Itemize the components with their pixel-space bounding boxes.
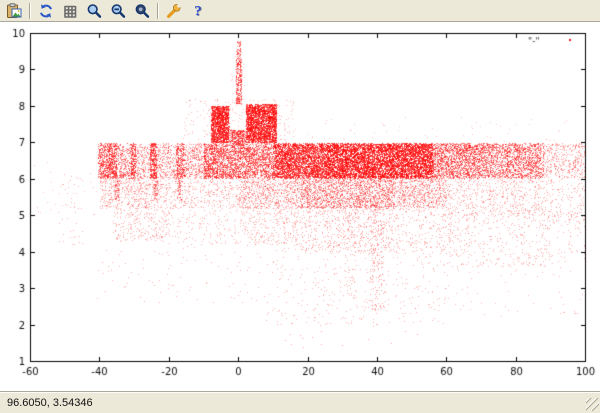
plot-canvas[interactable] — [0, 22, 600, 391]
svg-text:?: ? — [194, 3, 202, 19]
copy-to-clipboard-button[interactable] — [2, 1, 26, 21]
resize-grip[interactable] — [586, 398, 599, 411]
gnuplot-window: ? ? 96.6050, 3.54346 — [0, 0, 600, 413]
zoom-previous-button[interactable] — [82, 1, 106, 21]
help-icon: ? ? — [190, 3, 206, 19]
replot-button[interactable] — [34, 1, 58, 21]
configure-terminal-button[interactable] — [162, 1, 186, 21]
autoscale-button[interactable] — [130, 1, 154, 21]
grid-icon — [62, 3, 78, 19]
cursor-coordinates: 96.6050, 3.54346 — [7, 397, 93, 409]
refresh-icon — [38, 3, 54, 19]
plot-area — [0, 22, 600, 391]
status-bar: 96.6050, 3.54346 — [0, 391, 600, 413]
magnifier-icon — [86, 3, 102, 19]
magnifier-minus-icon — [110, 3, 126, 19]
toggle-grid-button[interactable] — [58, 1, 82, 21]
toolbar-separator — [157, 3, 159, 19]
clipboard-icon — [6, 3, 22, 19]
magnifier-dark-icon — [134, 3, 150, 19]
toolbar: ? ? — [0, 0, 600, 22]
help-button[interactable]: ? ? — [186, 1, 210, 21]
wrench-icon — [166, 3, 182, 19]
toolbar-separator — [29, 3, 31, 19]
zoom-next-button[interactable] — [106, 1, 130, 21]
